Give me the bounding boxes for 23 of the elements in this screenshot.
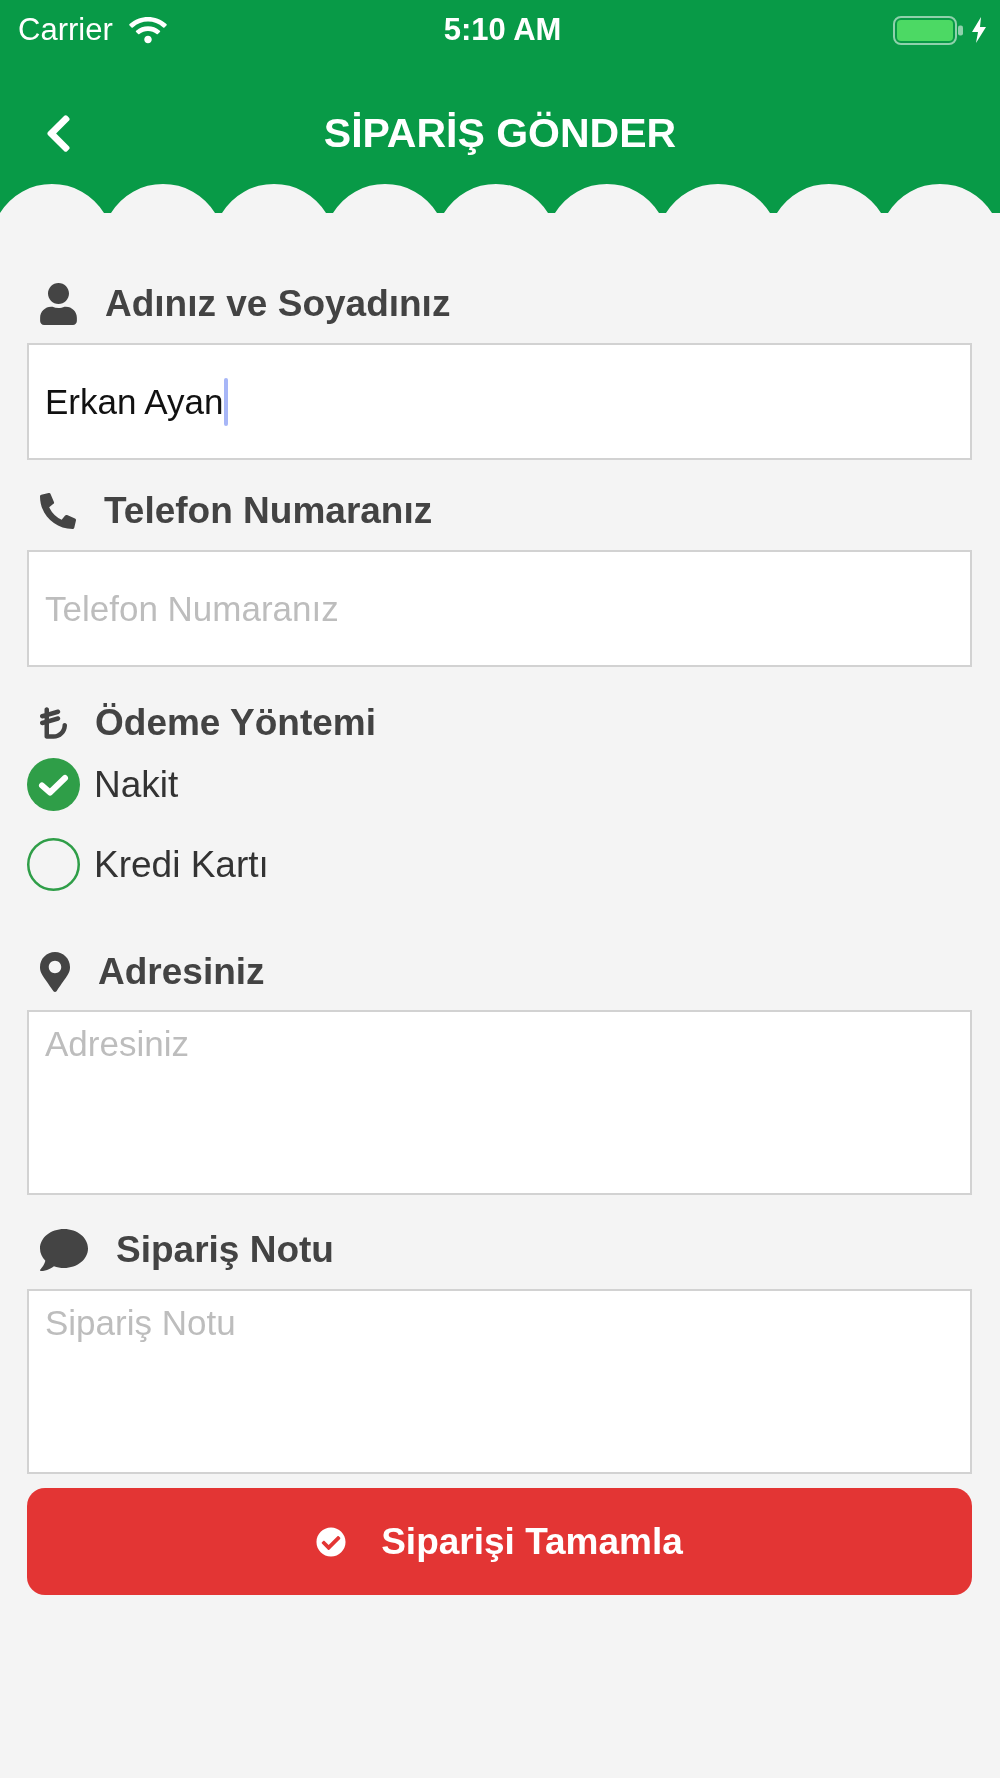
note-text-area[interactable]: Sipariş Notu xyxy=(27,1289,972,1474)
carrier-name: Carrier xyxy=(18,12,113,48)
wifi-icon xyxy=(128,15,167,45)
address-text-area[interactable]: Adresiniz xyxy=(27,1010,972,1195)
lightning-bolt-icon xyxy=(971,17,987,43)
radio-option[interactable]: Nakit xyxy=(27,758,179,811)
submit-button[interactable]: Siparişi Tamamla xyxy=(27,1488,972,1595)
field-label: Sipariş Notu xyxy=(116,1229,334,1271)
radio-option[interactable]: Kredi Kartı xyxy=(27,838,269,891)
field-label: Ödeme Yöntemi xyxy=(95,702,376,744)
user-icon xyxy=(40,283,77,325)
battery-icon xyxy=(893,15,963,45)
phone-input-field[interactable]: Telefon Numaranız xyxy=(27,550,972,667)
page-title: SİPARİŞ GÖNDER xyxy=(323,109,677,157)
lira-icon xyxy=(40,705,67,741)
map-pin-icon xyxy=(40,952,70,992)
field-label: Adresiniz xyxy=(98,951,265,993)
field-label: Telefon Numaranız xyxy=(104,490,433,532)
phone-icon xyxy=(40,493,76,529)
field-label: Adınız ve Soyadınız xyxy=(105,283,451,325)
status-time: 5:10 AM xyxy=(443,12,562,48)
speech-bubble-icon xyxy=(40,1226,88,1274)
name-input-field[interactable]: Erkan Ayan xyxy=(27,343,972,460)
